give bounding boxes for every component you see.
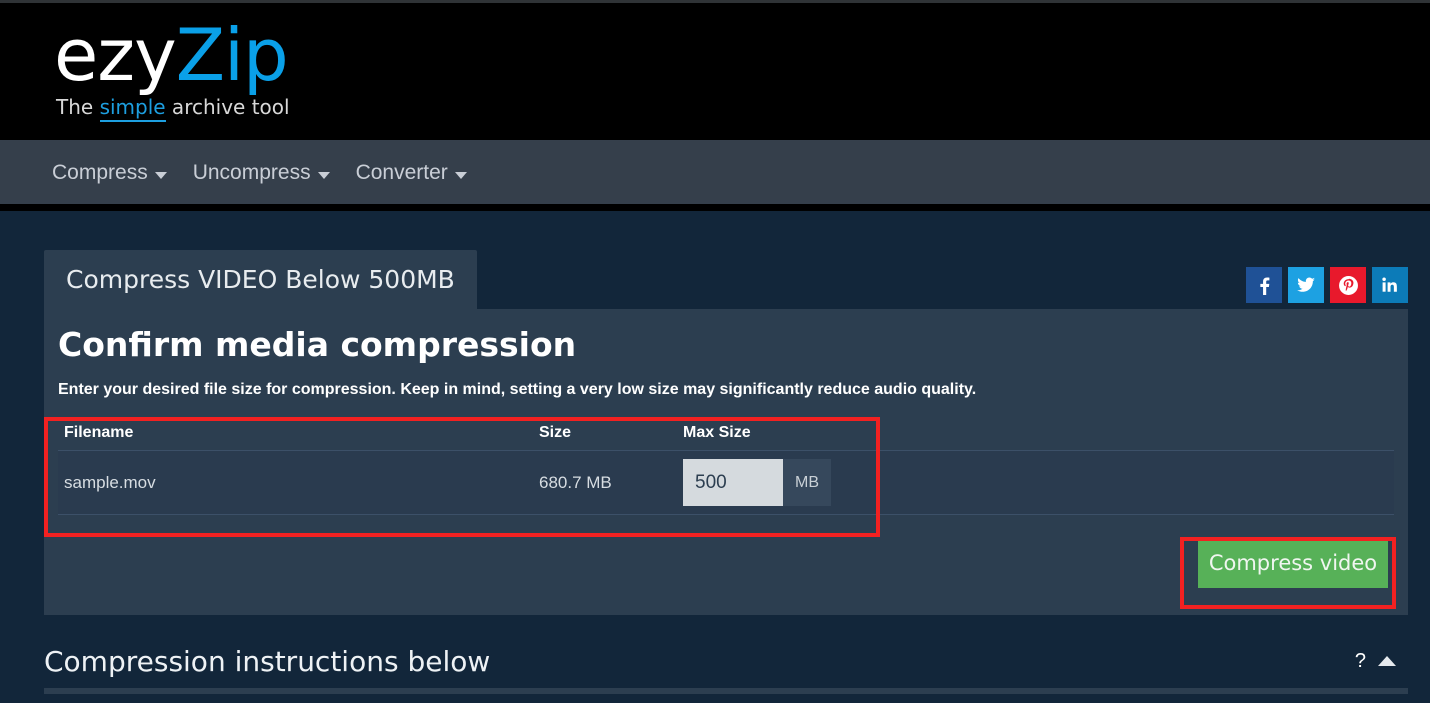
max-size-unit-label: MB bbox=[783, 459, 831, 506]
cell-max-size: MB bbox=[683, 459, 883, 506]
chevron-down-icon bbox=[454, 171, 467, 179]
pinterest-share-button[interactable] bbox=[1330, 267, 1366, 303]
compression-panel: Confirm media compression Enter your des… bbox=[44, 309, 1408, 615]
panel-description: Enter your desired file size for compres… bbox=[58, 381, 977, 398]
logo-text-accent: Zip bbox=[175, 13, 289, 97]
chevron-down-icon bbox=[317, 171, 330, 179]
instructions-header: Compression instructions below ? bbox=[44, 640, 1408, 682]
nav-item-label: Converter bbox=[355, 161, 448, 184]
logo-text-primary: ezy bbox=[54, 13, 177, 97]
instructions-toggle[interactable]: ? bbox=[1355, 650, 1408, 673]
chevron-down-icon bbox=[154, 171, 167, 179]
file-table: Filename Size Max Size sample.mov 680.7 … bbox=[58, 416, 1394, 515]
facebook-icon bbox=[1260, 277, 1270, 295]
nav-item-label: Uncompress bbox=[192, 161, 311, 184]
site-logo[interactable]: ezyZip bbox=[54, 19, 289, 91]
help-question-icon[interactable]: ? bbox=[1355, 650, 1366, 673]
column-header-size: Size bbox=[539, 424, 572, 441]
panel-tab-compress-video[interactable]: Compress VIDEO Below 500MB bbox=[44, 250, 477, 309]
nav-item-uncompress[interactable]: Uncompress bbox=[193, 161, 330, 185]
cell-size: 680.7 MB bbox=[539, 472, 612, 492]
panel-title: Confirm media compression bbox=[58, 325, 577, 364]
site-tagline: The simple archive tool bbox=[56, 95, 290, 122]
max-size-input-group: MB bbox=[683, 459, 831, 506]
compress-video-button[interactable]: Compress video bbox=[1198, 538, 1388, 588]
max-size-input[interactable] bbox=[683, 459, 783, 506]
tagline-after: archive tool bbox=[165, 95, 290, 119]
nav-item-label: Compress bbox=[52, 161, 148, 184]
column-header-max-size: Max Size bbox=[683, 424, 751, 441]
instructions-title: Compression instructions below bbox=[44, 644, 491, 678]
linkedin-share-button[interactable] bbox=[1372, 267, 1408, 303]
table-header-row: Filename Size Max Size bbox=[58, 416, 1394, 451]
social-share-bar bbox=[1246, 267, 1408, 303]
caret-up-icon[interactable] bbox=[1378, 656, 1396, 666]
cell-filename: sample.mov bbox=[64, 472, 156, 492]
tagline-highlight: simple bbox=[99, 95, 166, 122]
facebook-share-button[interactable] bbox=[1246, 267, 1282, 303]
twitter-share-button[interactable] bbox=[1288, 267, 1324, 303]
table-row: sample.mov 680.7 MB MB bbox=[58, 451, 1394, 515]
instructions-divider bbox=[44, 688, 1408, 694]
nav-item-compress[interactable]: Compress bbox=[52, 161, 167, 185]
column-header-filename: Filename bbox=[64, 424, 134, 441]
panel-tab-label: Compress VIDEO Below 500MB bbox=[66, 265, 455, 294]
nav-item-converter[interactable]: Converter bbox=[356, 161, 467, 185]
instructions-section: Compression instructions below ? bbox=[44, 640, 1408, 694]
site-header: ezyZip The simple archive tool bbox=[0, 0, 1430, 143]
nav-item-list: Compress Uncompress Converter bbox=[52, 161, 467, 185]
tagline-before: The bbox=[56, 95, 100, 119]
linkedin-icon bbox=[1382, 277, 1397, 292]
main-navbar: Compress Uncompress Converter bbox=[0, 140, 1430, 211]
twitter-icon bbox=[1297, 277, 1315, 292]
pinterest-icon bbox=[1338, 275, 1358, 295]
